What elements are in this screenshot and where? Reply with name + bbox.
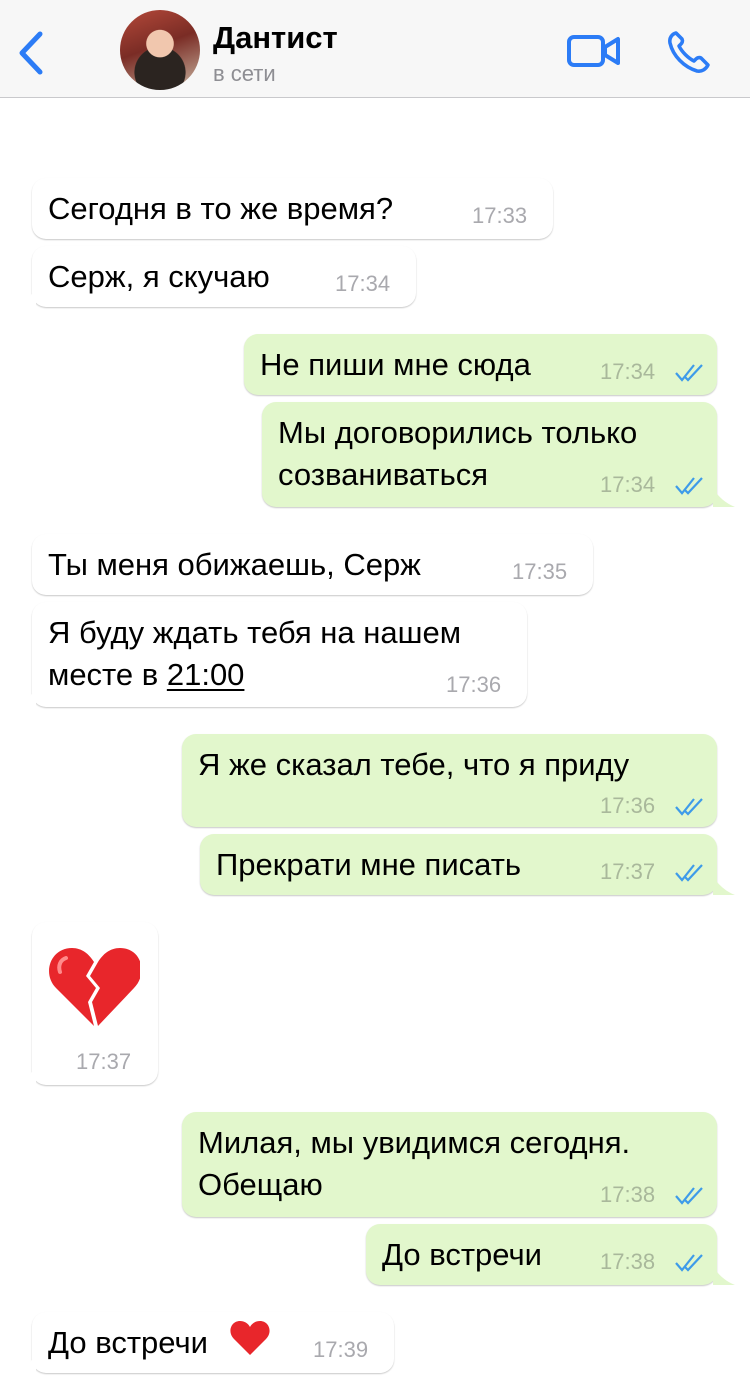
bubble-tail — [713, 877, 735, 895]
message-bubble-outgoing[interactable]: Милая, мы увидимся сегодня. Обещаю 17:38 — [182, 1112, 717, 1217]
contact-status: в сети — [213, 61, 276, 86]
message-text-prefix: месте в — [48, 657, 167, 692]
message-time: 17:36 — [600, 793, 656, 818]
message-text: Прекрати мне писать — [216, 847, 522, 882]
message-time: 17:34 — [600, 472, 656, 497]
back-chevron-icon[interactable] — [14, 28, 48, 78]
message-bubble-outgoing[interactable]: Мы договорились только созваниваться 17:… — [262, 402, 735, 507]
contact-name[interactable]: Дантист — [213, 20, 338, 56]
message-text-line: созваниваться — [278, 457, 489, 492]
message-text-line: Мы договорились только — [278, 415, 638, 450]
message-bubble-outgoing[interactable]: Не пиши мне сюда 17:34 — [244, 334, 717, 395]
message-bubble-outgoing[interactable]: До встречи 17:38 — [366, 1224, 735, 1285]
message-time: 17:34 — [335, 271, 391, 296]
bubble-tail — [14, 289, 36, 307]
chat-header: Дантист в сети — [0, 0, 750, 98]
message-time: 17:37 — [76, 1049, 132, 1074]
message-time: 17:36 — [446, 672, 502, 697]
read-ticks-icon — [675, 1187, 703, 1205]
message-bubble-outgoing[interactable]: Прекрати мне писать 17:37 — [200, 834, 735, 895]
message-text: Серж, я скучаю — [48, 259, 270, 294]
message-text-line: Обещаю — [198, 1167, 323, 1202]
read-ticks-icon — [675, 1254, 703, 1272]
read-ticks-icon — [675, 864, 703, 882]
message-text: Сегодня в то же время? — [48, 191, 394, 226]
message-text-line: Я буду ждать тебя на нашем — [48, 615, 462, 650]
read-ticks-icon — [675, 798, 703, 816]
message-time: 17:37 — [600, 859, 656, 884]
read-ticks-icon — [675, 477, 703, 495]
message-bubble-incoming[interactable]: Я буду ждать тебя на нашем месте в 21:00… — [14, 602, 527, 707]
message-bubble-incoming[interactable]: Ты меня обижаешь, Серж 17:35 — [32, 534, 593, 595]
video-call-icon[interactable] — [566, 33, 622, 69]
message-bubble-incoming[interactable]: 17:37 — [14, 922, 158, 1085]
message-text-line: Милая, мы увидимся сегодня. — [198, 1125, 631, 1160]
message-bubble-incoming[interactable]: До встречи 17:39 — [14, 1312, 394, 1373]
message-text: До встречи — [382, 1237, 542, 1272]
contact-avatar[interactable] — [120, 10, 200, 90]
bubble-tail — [14, 1355, 36, 1373]
message-time: 17:35 — [512, 559, 568, 584]
red-heart-icon — [230, 1321, 270, 1355]
time-link[interactable]: 21:00 — [167, 657, 245, 692]
read-ticks-icon — [675, 364, 703, 382]
broken-heart-icon — [49, 948, 140, 1026]
message-text-line: месте в 21:00 — [48, 652, 244, 697]
message-text: Не пиши мне сюда — [260, 347, 531, 382]
message-bubble-outgoing[interactable]: Я же сказал тебе, что я приду 17:36 — [182, 734, 717, 827]
message-time: 17:33 — [472, 203, 528, 228]
bubble-tail — [14, 1067, 36, 1085]
message-time: 17:34 — [600, 359, 656, 384]
bubble-tail — [713, 489, 735, 507]
message-time: 17:39 — [313, 1337, 369, 1362]
message-text: До встречи — [48, 1325, 208, 1360]
message-bubble-incoming[interactable]: Серж, я скучаю 17:34 — [14, 246, 416, 307]
bubble-tail — [14, 689, 36, 707]
message-text: Я же сказал тебе, что я приду — [198, 747, 630, 782]
message-time: 17:38 — [600, 1182, 656, 1207]
message-bubble-incoming[interactable]: Сегодня в то же время? 17:33 — [32, 178, 553, 239]
message-text: Ты меня обижаешь, Серж — [48, 547, 421, 582]
phone-call-icon[interactable] — [666, 29, 712, 75]
message-time: 17:38 — [600, 1249, 656, 1274]
bubble-tail — [713, 1267, 735, 1285]
